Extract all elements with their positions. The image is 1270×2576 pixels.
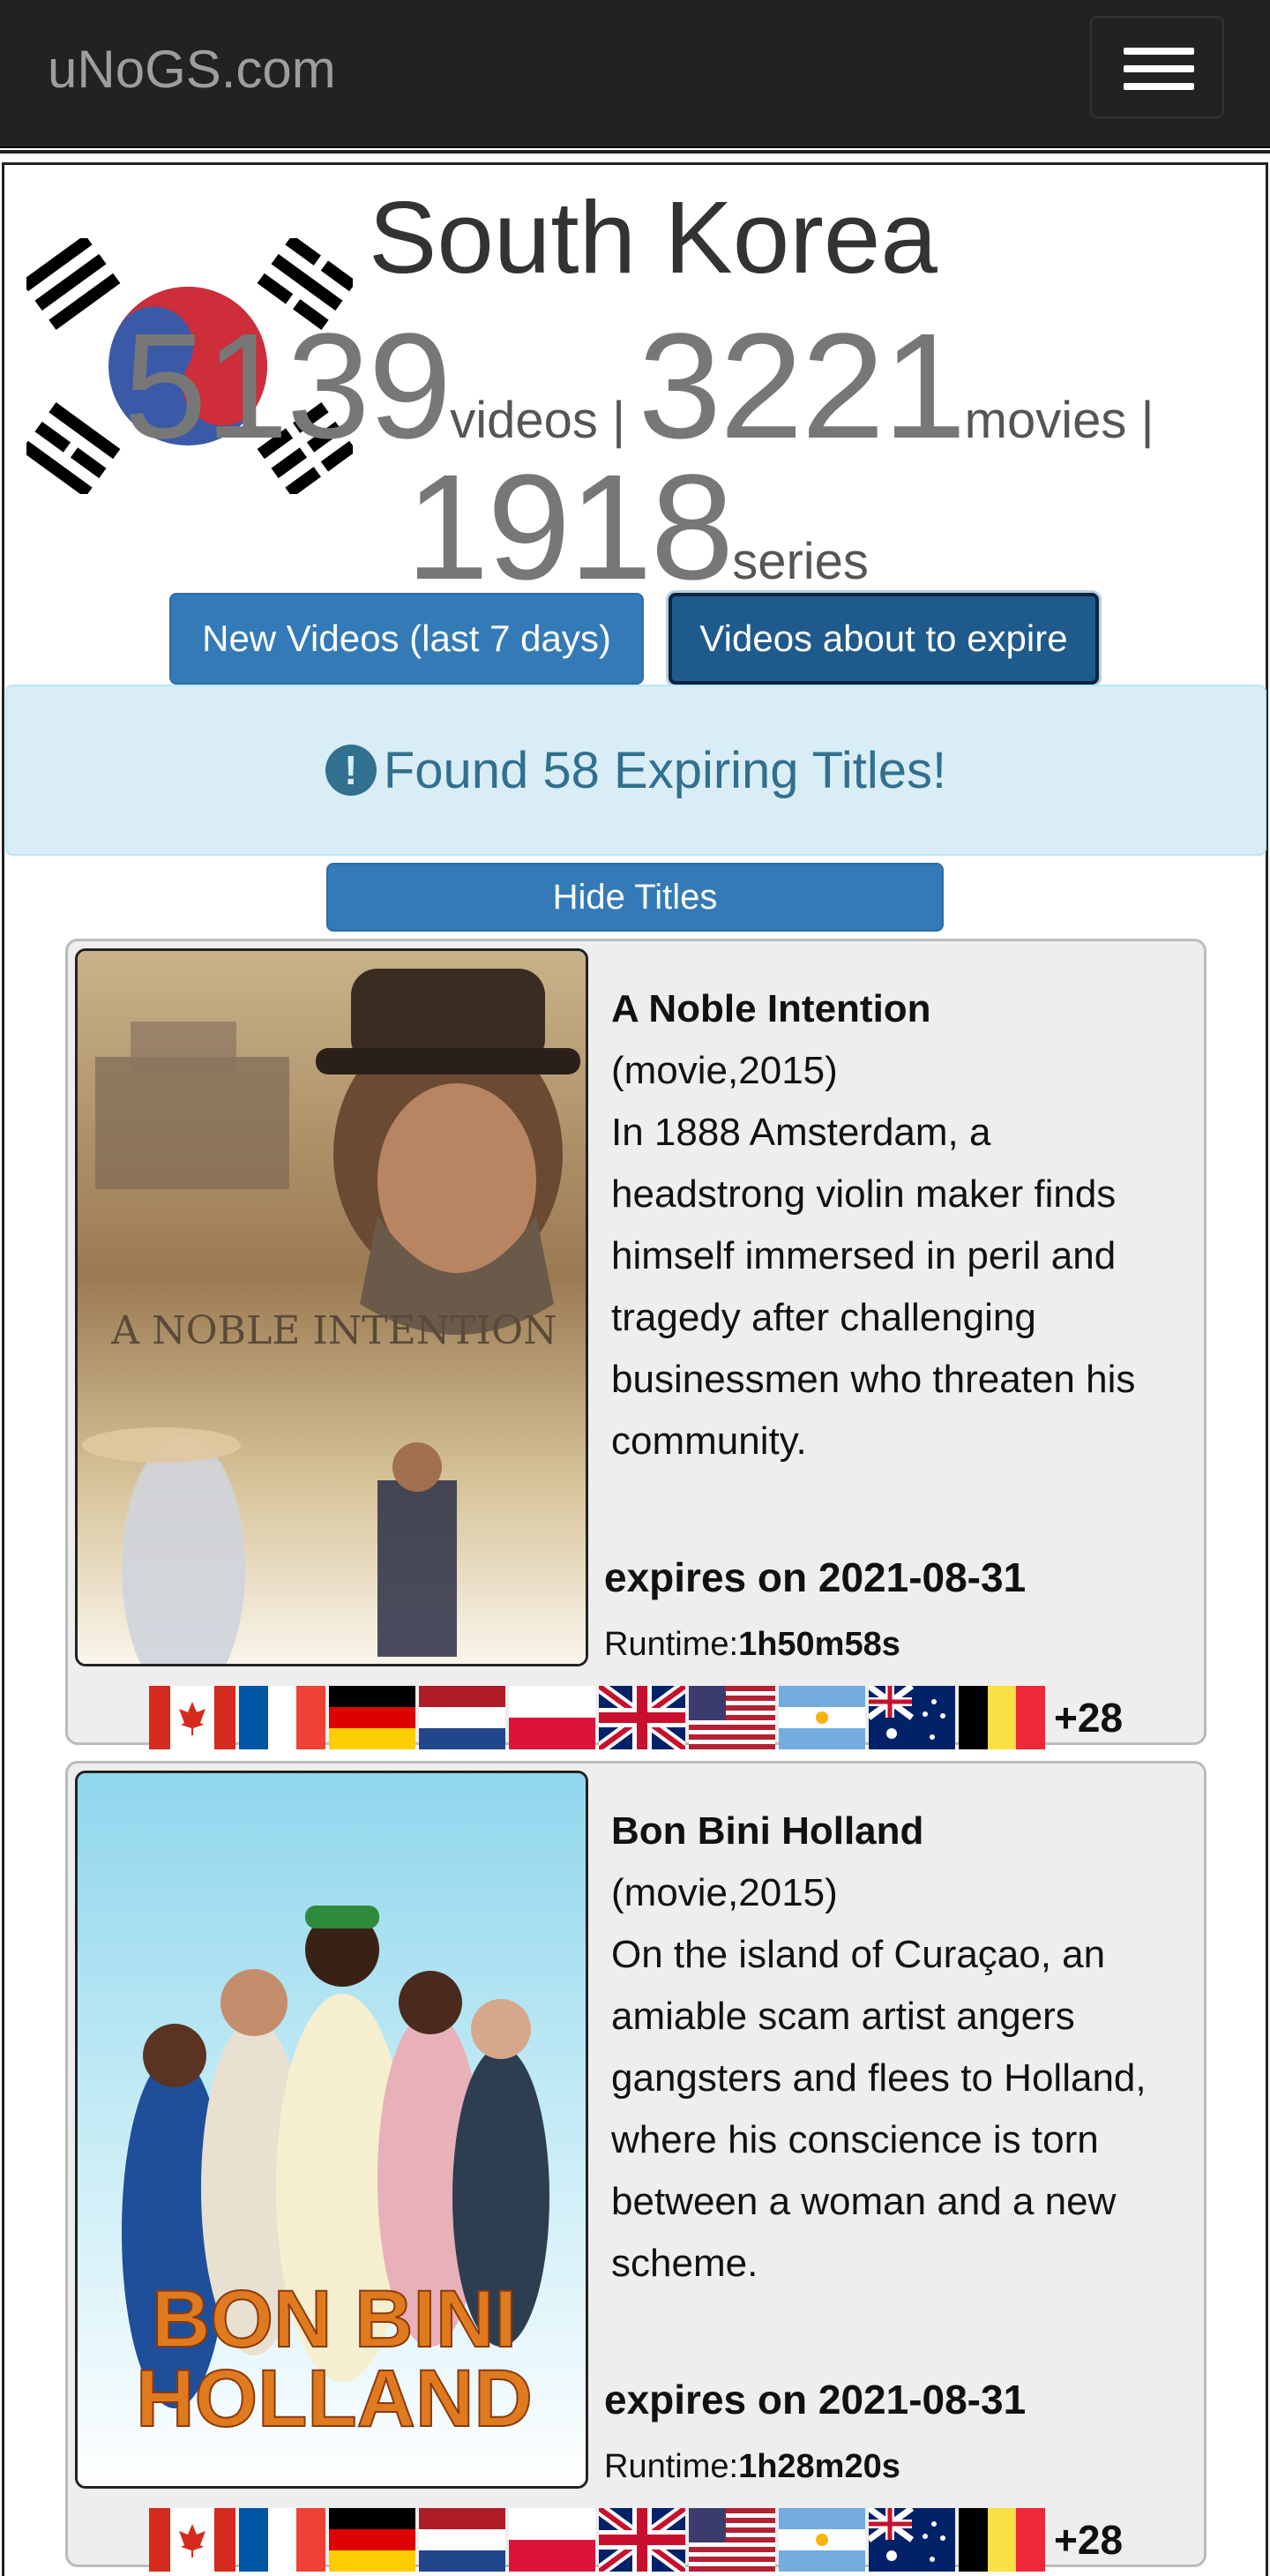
netherlands-flag-icon[interactable] xyxy=(419,2508,505,2572)
netherlands-flag-icon[interactable] xyxy=(419,1686,505,1749)
title-meta: (movie,2015) xyxy=(611,1049,838,1092)
divider xyxy=(0,150,1270,154)
poster-title: A NOBLE INTENTION xyxy=(110,1308,557,1353)
series-label: series xyxy=(732,533,869,590)
poster-image[interactable]: BON BINI HOLLAND xyxy=(75,1771,588,2489)
runtime-label: Runtime: xyxy=(604,1626,739,1663)
canada-flag-icon[interactable] xyxy=(149,1686,235,1749)
title-name[interactable]: A Noble Intention xyxy=(611,978,1193,1040)
australia-flag-icon[interactable] xyxy=(869,1686,955,1749)
argentina-flag-icon[interactable] xyxy=(779,2508,865,2572)
title-card[interactable]: A NOBLE INTENTION A Noble Intention (mov… xyxy=(65,939,1206,1749)
poster-art: A NOBLE INTENTION xyxy=(78,951,586,1664)
germany-flag-icon[interactable] xyxy=(329,2508,415,2572)
title-card[interactable]: BON BINI HOLLAND Bon Bini Holland (movie… xyxy=(65,1761,1206,2572)
expiring-videos-button[interactable]: Videos about to expire xyxy=(669,593,1099,685)
runtime: Runtime:1h28m20s xyxy=(604,2448,900,2486)
title-meta: (movie,2015) xyxy=(611,1871,838,1914)
new-videos-button[interactable]: New Videos (last 7 days) xyxy=(169,593,644,685)
country-flags: +28 xyxy=(149,1686,1123,1749)
country-title: South Korea xyxy=(369,180,938,295)
movies-label: movies | xyxy=(964,392,1154,449)
usa-flag-icon[interactable] xyxy=(689,2508,775,2572)
title-name[interactable]: Bon Bini Holland xyxy=(611,1801,1193,1862)
runtime-value: 1h50m58s xyxy=(738,1626,900,1663)
hamburger-icon xyxy=(1124,48,1194,55)
poster-title-line-1: BON BINI xyxy=(152,2274,517,2364)
australia-flag-icon[interactable] xyxy=(869,2508,955,2572)
menu-toggle-button[interactable] xyxy=(1090,16,1224,118)
runtime-label: Runtime: xyxy=(604,2448,739,2485)
expiry-date: expires on 2021-08-31 xyxy=(604,2377,1027,2422)
more-countries[interactable]: +28 xyxy=(1054,1694,1123,1741)
poland-flag-icon[interactable] xyxy=(509,1686,595,1749)
expiry-date: expires on 2021-08-31 xyxy=(604,1554,1027,1600)
poster-art: BON BINI HOLLAND xyxy=(78,1773,586,2486)
poland-flag-icon[interactable] xyxy=(509,2508,595,2572)
alert-text: Found 58 Expiring Titles! xyxy=(383,741,947,799)
germany-flag-icon[interactable] xyxy=(329,1686,415,1749)
hamburger-icon-bar xyxy=(1124,65,1194,72)
belgium-flag-icon[interactable] xyxy=(959,2508,1045,2572)
navbar: uNoGS.com xyxy=(0,0,1270,148)
title-synopsis: On the island of Curaçao, an amiable sca… xyxy=(611,1933,1147,2285)
title-info: A Noble Intention (movie,2015) In 1888 A… xyxy=(611,978,1193,1472)
exclamation-circle-icon: ! xyxy=(325,745,377,796)
runtime: Runtime:1h50m58s xyxy=(604,1626,900,1664)
expiring-alert: ! Found 58 Expiring Titles! xyxy=(5,685,1266,856)
hamburger-icon-bar xyxy=(1124,83,1194,90)
uk-flag-icon[interactable] xyxy=(599,2508,685,2572)
runtime-value: 1h28m20s xyxy=(738,2448,900,2485)
canada-flag-icon[interactable] xyxy=(149,2508,235,2572)
country-flags: +28 xyxy=(149,2508,1123,2572)
stats-line-2: 1918series xyxy=(406,441,869,614)
series-count: 1918 xyxy=(406,444,734,611)
brand-link[interactable]: uNoGS.com xyxy=(48,39,336,100)
argentina-flag-icon[interactable] xyxy=(779,1686,865,1749)
poster-title-line-2: HOLLAND xyxy=(136,2354,533,2444)
france-flag-icon[interactable] xyxy=(239,1686,325,1749)
title-info: Bon Bini Holland (movie,2015) On the isl… xyxy=(611,1801,1193,2295)
france-flag-icon[interactable] xyxy=(239,2508,325,2572)
uk-flag-icon[interactable] xyxy=(599,1686,685,1749)
videos-count: 5139 xyxy=(123,303,452,470)
poster-image[interactable]: A NOBLE INTENTION xyxy=(75,948,588,1666)
belgium-flag-icon[interactable] xyxy=(959,1686,1045,1749)
usa-flag-icon[interactable] xyxy=(689,1686,775,1749)
more-countries[interactable]: +28 xyxy=(1054,2516,1123,2564)
title-synopsis: In 1888 Amsterdam, a headstrong violin m… xyxy=(611,1111,1136,1463)
hide-titles-button[interactable]: Hide Titles xyxy=(326,863,944,932)
